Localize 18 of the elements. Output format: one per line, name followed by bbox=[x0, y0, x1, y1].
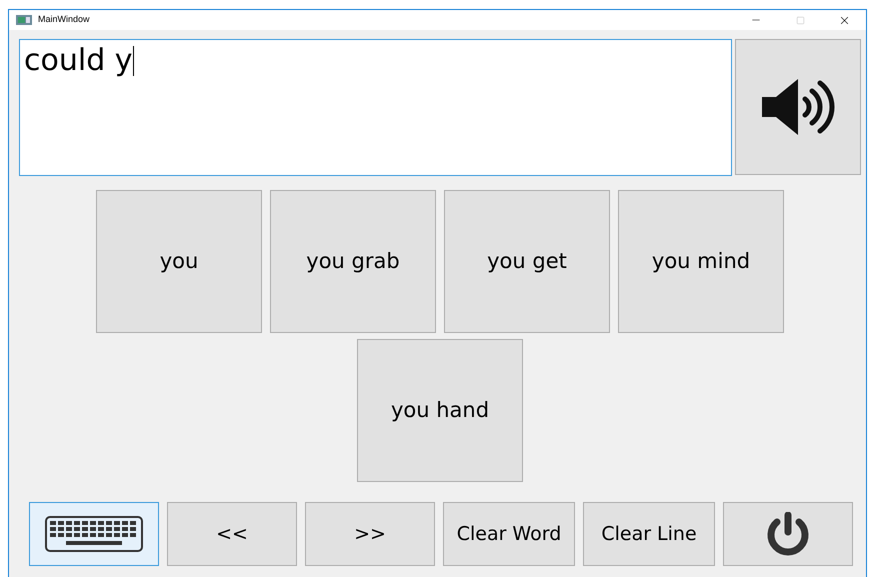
toolbar-button[interactable]: >> bbox=[305, 502, 435, 566]
keyboard-button[interactable] bbox=[29, 502, 159, 566]
suggestion-button[interactable]: you grab bbox=[270, 190, 436, 333]
suggestion-button[interactable]: you mind bbox=[618, 190, 784, 333]
text-input-field[interactable]: could y bbox=[19, 39, 732, 176]
maximize-icon bbox=[796, 16, 804, 24]
power-button[interactable] bbox=[723, 502, 853, 566]
toolbar-button[interactable]: Clear Line bbox=[583, 502, 715, 566]
keyboard-icon bbox=[45, 516, 143, 552]
window-title: MainWindow bbox=[38, 13, 90, 26]
input-text: could y bbox=[24, 42, 133, 80]
toolbar-button[interactable]: Clear Word bbox=[443, 502, 575, 566]
suggestion-button[interactable]: you bbox=[96, 190, 262, 333]
suggestion-button[interactable]: you hand bbox=[357, 339, 523, 482]
speak-button[interactable] bbox=[735, 39, 861, 175]
toolbar-button[interactable]: << bbox=[167, 502, 297, 566]
suggestion-button[interactable]: you get bbox=[444, 190, 610, 333]
app-icon bbox=[16, 15, 32, 25]
